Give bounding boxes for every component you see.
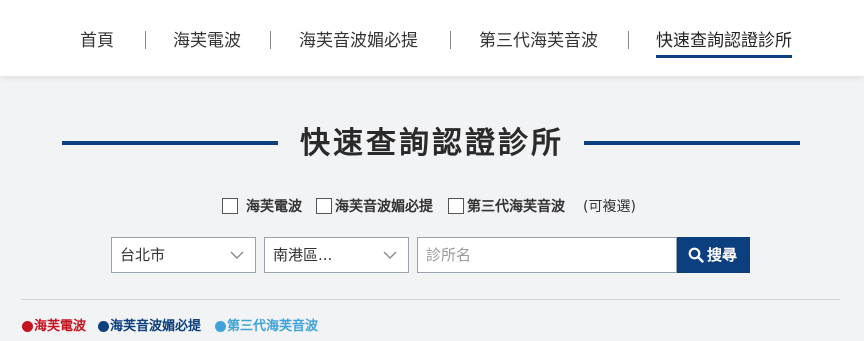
checkbox-hifu-rf[interactable] [222,198,238,214]
legend-dot-hifu-rf [22,321,33,332]
search-button[interactable]: 搜尋 [677,237,750,273]
legend-dot-hifu-ultrasound [98,321,109,332]
nav-item-clinic-search[interactable]: 快速查詢認證診所 [656,29,792,58]
nav-separator [270,31,271,49]
nav-active-underline [656,55,792,58]
district-select-value: 南港區... [273,246,333,264]
checkbox-third-gen[interactable] [448,198,464,214]
divider [22,299,840,300]
top-nav: 首頁 海芙電波 海芙音波媚必提 第三代海芙音波 快速查詢認證診所 [0,0,864,76]
city-select-value: 台北市 [120,246,166,264]
nav-separator [145,31,146,49]
nav-item-label: 快速查詢認證診所 [656,31,792,51]
search-button-label: 搜尋 [707,246,738,264]
filter-checkboxes: 海芙電波 海芙音波媚必提 第三代海芙音波 (可複選) [0,196,864,218]
legend-label-hifu-ultrasound: 海芙音波媚必提 [110,319,202,334]
checkbox-label[interactable]: 海芙電波 [246,196,302,218]
clinic-name-input[interactable]: 診所名 [417,237,677,273]
multi-select-note: (可複選) [583,199,636,215]
chevron-down-icon [230,251,244,259]
nav-item-third-gen[interactable]: 第三代海芙音波 [479,29,598,53]
nav-separator [450,31,451,49]
checkbox-label[interactable]: 海芙音波媚必提 [335,196,433,218]
clinic-name-placeholder: 診所名 [426,246,472,264]
chevron-down-icon [383,251,397,259]
nav-item-hifu-rf[interactable]: 海芙電波 [173,29,241,53]
district-select[interactable]: 南港區... [264,237,409,273]
checkbox-hifu-ultrasound[interactable] [316,198,332,214]
legend-label-hifu-rf: 海芙電波 [34,319,87,334]
nav-separator [628,31,629,49]
page-title: 快速查詢認證診所 [300,126,564,161]
checkbox-label[interactable]: 第三代海芙音波 [467,196,565,218]
legend-dot-third-gen [215,321,226,332]
nav-item-home[interactable]: 首頁 [80,29,114,53]
legend-label-third-gen: 第三代海芙音波 [227,319,319,334]
nav-item-hifu-ultrasound[interactable]: 海芙音波媚必提 [299,29,418,53]
search-icon [688,247,704,263]
city-select[interactable]: 台北市 [111,237,256,273]
